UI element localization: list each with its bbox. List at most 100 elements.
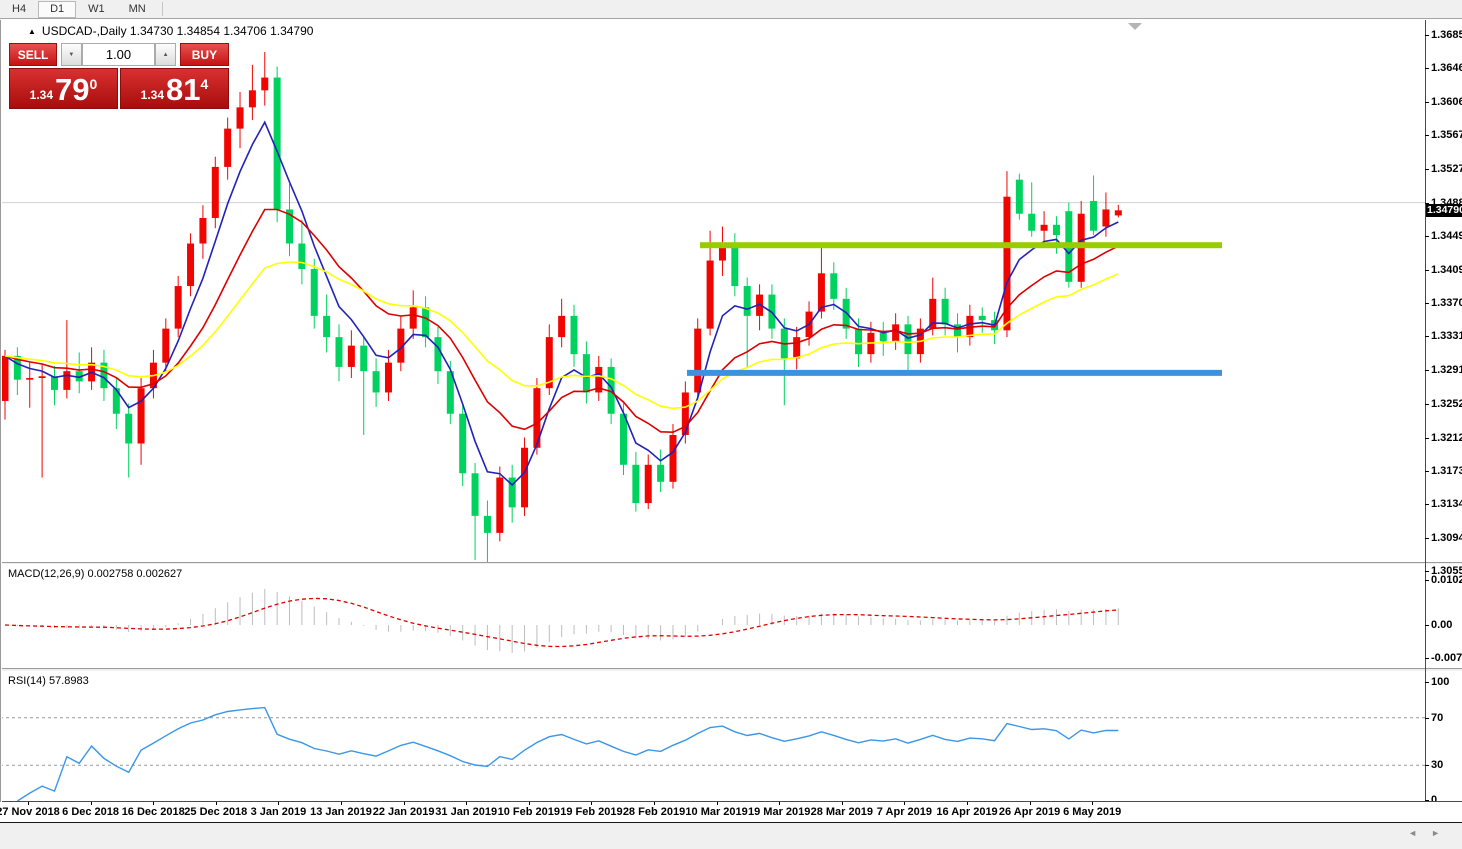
price-axis-label: 1.36060 (1431, 96, 1462, 109)
date-axis-tick (90, 802, 92, 805)
macd-axis-tick (1425, 625, 1429, 626)
buy-price-pip: 4 (200, 76, 209, 92)
rsi-indicator-panel[interactable] (0, 672, 1425, 801)
price-axis-tick (1425, 135, 1429, 137)
rsi-axis-label: 70 (1431, 712, 1444, 724)
price-axis-tick (1425, 35, 1429, 36)
timeframe-button-d1[interactable]: D1 (38, 0, 77, 18)
chart-tab-bar: ◄► (0, 822, 1462, 849)
date-axis-tick (654, 802, 655, 805)
date-axis-label: 26 Apr 2019 (998, 806, 1061, 818)
date-axis[interactable]: 27 Nov 2018 6 Dec 2018 16 Dec 2018 25 Dec 2… (0, 802, 1462, 821)
sell-price-pip: 0 (89, 76, 98, 92)
date-axis-tick (716, 802, 718, 805)
date-axis-tick (779, 802, 781, 805)
timeframe-button-mn[interactable]: MN (117, 1, 158, 18)
timeframe-button-w1[interactable]: W1 (76, 1, 117, 18)
chart-left-border (0, 20, 2, 802)
buy-button[interactable]: BUY (179, 43, 229, 66)
price-axis-tick (1425, 269, 1429, 271)
sell-price-button[interactable]: 1.34 79 0 (9, 68, 118, 109)
tab-scroll-left-icon[interactable]: ◄ (1408, 828, 1431, 838)
date-axis-label: 28 Feb 2019 (622, 806, 686, 818)
price-axis-tick (1425, 370, 1429, 372)
date-axis-tick (403, 802, 405, 805)
price-axis-label: 1.32520 (1431, 397, 1462, 410)
macd-axis-label: 0.00 (1431, 619, 1453, 631)
price-axis-label: 1.36850 (1431, 29, 1462, 41)
date-axis-label: 13 Jan 2019 (310, 806, 372, 818)
price-axis-label: 1.31340 (1431, 497, 1462, 510)
date-axis-label: 28 Mar 2019 (810, 806, 873, 818)
current-price-tag: 1.34790 (1426, 204, 1462, 218)
rsi-axis-tick (1425, 718, 1429, 719)
date-axis-label: 16 Apr 2019 (936, 806, 998, 818)
toolbar-separator (161, 2, 163, 16)
trading-terminal-window: H4 D1 W1 MN ▲ USDCAD-,Daily 1.34730 1.34854 … (0, 0, 1462, 849)
rsi-label: RSI(14) 57.8983 (8, 675, 89, 687)
price-axis-tick (1425, 571, 1429, 573)
chart-shift-marker-icon[interactable] (1128, 23, 1142, 30)
date-axis-label: 25 Dec 2018 (184, 806, 248, 818)
price-axis-tick (1425, 470, 1429, 472)
date-axis-tick (466, 802, 468, 805)
sell-button[interactable]: SELL (9, 43, 58, 66)
date-axis-tick (215, 802, 217, 805)
macd-axis-label: 0.010229 (1431, 574, 1462, 586)
chart-title: ▲ USDCAD-,Daily 1.34730 1.34854 1.34706 1… (28, 24, 313, 38)
tab-scroll-right-icon[interactable]: ► (1431, 828, 1454, 838)
price-axis-label: 1.34490 (1431, 229, 1462, 242)
date-axis-label: 19 Mar 2019 (747, 806, 811, 818)
price-axis-tick (1425, 336, 1429, 338)
date-axis-tick (841, 802, 843, 805)
price-axis-label: 1.35670 (1431, 129, 1462, 142)
timeframe-toolbar: H4 D1 W1 MN (0, 0, 1462, 19)
price-axis-tick (1425, 169, 1429, 171)
collapse-triangle-icon[interactable]: ▲ (28, 27, 36, 36)
chart-title-text: USDCAD-,Daily 1.34730 1.34854 1.34706 1.… (41, 24, 314, 38)
date-axis-tick (278, 802, 280, 805)
one-click-trading-widget: SELL ▼ 1.00 ▲ BUY 1.34 79 0 1.34 81 4 (9, 43, 229, 109)
price-axis-tick (1425, 303, 1429, 305)
price-axis-divider (1425, 20, 1426, 802)
date-axis-label: 10 Mar 2019 (685, 806, 748, 818)
price-axis-label: 1.31730 (1431, 464, 1462, 477)
price-axis-label: 1.33700 (1431, 297, 1462, 310)
volume-increase-button[interactable]: ▲ (155, 43, 176, 66)
price-axis-label: 1.32910 (1431, 364, 1462, 377)
date-axis-tick (591, 802, 593, 805)
macd-axis-tick (1425, 658, 1429, 659)
macd-indicator-panel[interactable] (0, 565, 1425, 668)
date-axis-label: 16 Dec 2018 (121, 806, 185, 818)
date-axis-label: 27 Nov 2018 (0, 806, 60, 818)
date-axis-tick (904, 802, 906, 805)
price-axis-label: 1.35270 (1431, 163, 1462, 176)
price-axis-tick (1425, 235, 1429, 237)
macd-label: MACD(12,26,9) 0.002758 0.002627 (8, 568, 183, 580)
price-axis-tick (1425, 537, 1429, 539)
price-axis-tick (1425, 68, 1429, 70)
price-axis-tick (1425, 503, 1429, 505)
rsi-axis-label: 30 (1431, 759, 1444, 771)
date-axis-label: 19 Feb 2019 (560, 806, 623, 818)
rsi-axis-tick (1425, 765, 1429, 766)
sell-price-prefix: 1.34 (29, 88, 54, 102)
date-axis-tick (528, 802, 530, 805)
buy-price-prefix: 1.34 (140, 88, 165, 102)
price-axis-label: 1.36460 (1431, 62, 1462, 75)
price-axis-tick (1425, 403, 1429, 405)
rsi-axis-tick (1425, 682, 1429, 683)
spinner-up-icon: ▲ (162, 51, 169, 58)
price-axis-label: 1.30940 (1431, 531, 1462, 544)
price-axis-tick (1425, 102, 1429, 104)
volume-decrease-button[interactable]: ▼ (61, 43, 82, 66)
rsi-axis-label: 100 (1431, 676, 1450, 688)
date-axis-label: 6 Dec 2018 (62, 806, 120, 818)
sell-price-big: 79 (55, 72, 90, 107)
date-axis-tick (967, 802, 968, 805)
date-axis-tick (153, 802, 155, 805)
timeframe-button-h4[interactable]: H4 (0, 1, 38, 18)
buy-price-button[interactable]: 1.34 81 4 (120, 68, 229, 109)
volume-input[interactable]: 1.00 (81, 43, 156, 66)
price-axis-label: 1.34090 (1431, 263, 1462, 276)
